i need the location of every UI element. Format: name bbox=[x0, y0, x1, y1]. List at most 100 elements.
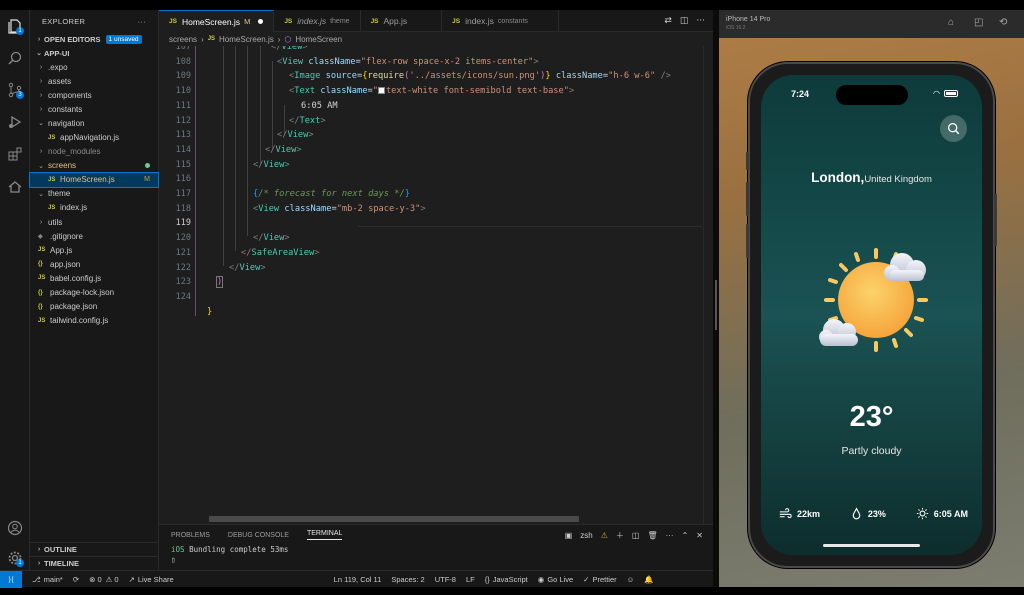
tab-debug-console[interactable]: DEBUG CONSOLE bbox=[228, 532, 289, 539]
indentation[interactable]: Spaces: 2 bbox=[391, 575, 424, 584]
tab-problems[interactable]: PROBLEMS bbox=[171, 532, 210, 539]
outline-section[interactable]: › OUTLINE bbox=[30, 542, 158, 556]
settings-badge: 1 bbox=[16, 559, 24, 567]
line-number: 112 bbox=[175, 115, 191, 126]
tab-index-constants[interactable]: JS index.js constants bbox=[442, 10, 559, 32]
more-actions-icon[interactable]: ··· bbox=[666, 531, 674, 540]
file-tree-item[interactable]: {} app.json bbox=[30, 257, 158, 271]
file-tree-item[interactable]: › constants bbox=[30, 102, 158, 116]
file-tree-item[interactable]: › .expo bbox=[30, 60, 158, 74]
horizontal-scrollbar[interactable] bbox=[209, 516, 579, 522]
code-line: </View> bbox=[277, 130, 314, 141]
tab-app[interactable]: JS App.js bbox=[361, 10, 443, 32]
tab-homescreen[interactable]: JS HomeScreen.js M bbox=[159, 10, 275, 32]
branch-name[interactable]: main* bbox=[44, 575, 63, 584]
split-terminal-icon[interactable]: ◫ bbox=[632, 531, 640, 540]
chevron-down-icon: ⌄ bbox=[38, 162, 44, 170]
encoding[interactable]: UTF-8 bbox=[435, 575, 456, 584]
file-tree: › .expo › assets › components › constants ⌄ navig… bbox=[29, 60, 159, 328]
error-count[interactable]: 0 bbox=[97, 575, 101, 584]
feedback-icon[interactable]: ☺ bbox=[627, 575, 635, 584]
braces-icon: {} bbox=[484, 574, 490, 584]
file-tree-item[interactable]: {} package-lock.json bbox=[30, 286, 158, 300]
chevron-right-icon: › bbox=[39, 218, 43, 226]
file-tree-item[interactable]: › node_modules bbox=[30, 145, 158, 159]
language-mode[interactable]: JavaScript bbox=[493, 575, 528, 584]
file-tree-item[interactable]: JS App.js bbox=[30, 243, 158, 257]
tab-index-theme[interactable]: JS index.js theme bbox=[274, 10, 361, 32]
line-number: 108 bbox=[175, 56, 191, 67]
file-tree-item[interactable]: › components bbox=[30, 88, 158, 102]
explorer-activity[interactable]: 1 bbox=[5, 16, 25, 36]
indent-guide bbox=[223, 46, 224, 266]
search-button[interactable] bbox=[940, 115, 967, 142]
breadcrumb-item[interactable]: HomeScreen.js bbox=[219, 35, 274, 44]
screenshot-icon[interactable]: ◰ bbox=[974, 17, 983, 28]
terminal-output[interactable]: iOS Bundling complete 53ms ▯ bbox=[159, 545, 713, 565]
terminal-prompt: ▯ bbox=[171, 555, 176, 564]
file-tree-item[interactable]: JS index.js bbox=[30, 201, 158, 215]
file-tree-item[interactable]: › assets bbox=[30, 74, 158, 88]
remote-icon bbox=[8, 181, 22, 193]
file-tree-item[interactable]: JS appNavigation.js bbox=[30, 130, 158, 144]
breadcrumb-item[interactable]: HomeScreen bbox=[295, 35, 342, 44]
code-editor[interactable]: 107 108 109 110 111 112 113 114 115 116 117 118 119 1… bbox=[159, 46, 713, 524]
file-tree-item[interactable]: {} package.json bbox=[30, 300, 158, 314]
warning-icon: ⚠ bbox=[600, 530, 608, 540]
file-tree-item[interactable]: ⌄ screens bbox=[30, 159, 158, 173]
run-debug-activity[interactable] bbox=[5, 112, 25, 132]
split-editor-icon[interactable]: ◫ bbox=[680, 16, 689, 26]
remote-indicator[interactable]: ⟩⟨ bbox=[0, 570, 22, 588]
go-live-button[interactable]: Go Live bbox=[547, 575, 573, 584]
cursor-position[interactable]: Ln 119, Col 11 bbox=[334, 575, 382, 584]
trash-icon[interactable]: 🗑 bbox=[647, 531, 657, 540]
search-activity[interactable] bbox=[5, 48, 25, 68]
more-actions-icon[interactable]: ··· bbox=[696, 16, 705, 26]
source-control-activity[interactable]: 3 bbox=[5, 80, 25, 100]
file-tree-item[interactable]: › utils bbox=[30, 215, 158, 229]
file-tree-label: constants bbox=[48, 104, 83, 114]
file-tree-item[interactable]: ⌄ navigation bbox=[30, 116, 158, 130]
line-ending[interactable]: LF bbox=[466, 575, 475, 584]
close-icon[interactable]: ✕ bbox=[696, 531, 703, 540]
file-tree-item[interactable]: JS babel.config.js bbox=[30, 271, 158, 285]
shell-name[interactable]: zsh bbox=[580, 531, 592, 540]
file-tree-item[interactable]: JS tailwind.config.js bbox=[30, 314, 158, 328]
chevron-up-icon[interactable]: ⌃ bbox=[682, 531, 689, 540]
file-tree-item[interactable]: ◆ .gitignore bbox=[30, 229, 158, 243]
explorer-badge: 1 bbox=[16, 27, 24, 35]
project-section[interactable]: ⌄ APP-UI bbox=[30, 46, 158, 60]
home-icon[interactable]: ⌂ bbox=[948, 17, 954, 28]
tab-terminal[interactable]: TERMINAL bbox=[306, 530, 343, 540]
indent-guide bbox=[195, 46, 196, 316]
warning-count[interactable]: 0 bbox=[114, 575, 118, 584]
live-share-button[interactable]: Live Share bbox=[138, 575, 174, 584]
sync-icon[interactable]: ⟳ bbox=[73, 575, 79, 584]
compare-changes-icon[interactable]: ⇄ bbox=[664, 16, 672, 26]
file-tree-item[interactable]: JS HomeScreen.js M bbox=[29, 171, 159, 188]
remote-explorer-activity[interactable] bbox=[5, 176, 25, 196]
iphone-frame: 7:24 ◠ London,United Kingdom 23° Partly … bbox=[746, 62, 997, 568]
settings-activity[interactable]: 1 bbox=[5, 548, 25, 568]
editor-area: JS HomeScreen.js M JS index.js theme JS … bbox=[159, 10, 713, 570]
file-tree-item[interactable]: ⌄ theme bbox=[30, 187, 158, 201]
city-name: London, bbox=[811, 170, 865, 185]
breadcrumb-item[interactable]: screens bbox=[169, 35, 197, 44]
device-name: iPhone 14 Pro bbox=[726, 16, 771, 23]
weather-app-screen[interactable]: 7:24 ◠ London,United Kingdom 23° Partly … bbox=[761, 75, 982, 555]
tab-label: HomeScreen.js bbox=[181, 16, 241, 27]
rotate-icon[interactable]: ⟲ bbox=[999, 17, 1007, 28]
home-indicator[interactable] bbox=[823, 544, 920, 547]
prettier-button[interactable]: Prettier bbox=[592, 575, 616, 584]
timeline-section[interactable]: › TIMELINE bbox=[30, 556, 158, 570]
unsaved-dot-icon[interactable] bbox=[258, 19, 264, 24]
open-editors-section[interactable]: › OPEN EDITORS 1 unsaved bbox=[30, 32, 158, 46]
broadcast-icon: ◉ bbox=[537, 574, 545, 584]
code-line: </View> bbox=[253, 159, 290, 170]
accounts-activity[interactable] bbox=[5, 518, 25, 538]
extensions-activity[interactable] bbox=[5, 144, 25, 164]
new-terminal-icon[interactable]: ＋ bbox=[616, 530, 624, 541]
editor-scrollbar[interactable] bbox=[703, 46, 713, 524]
bell-icon[interactable]: 🔔 bbox=[644, 575, 653, 584]
more-actions-icon[interactable]: ··· bbox=[138, 17, 146, 26]
